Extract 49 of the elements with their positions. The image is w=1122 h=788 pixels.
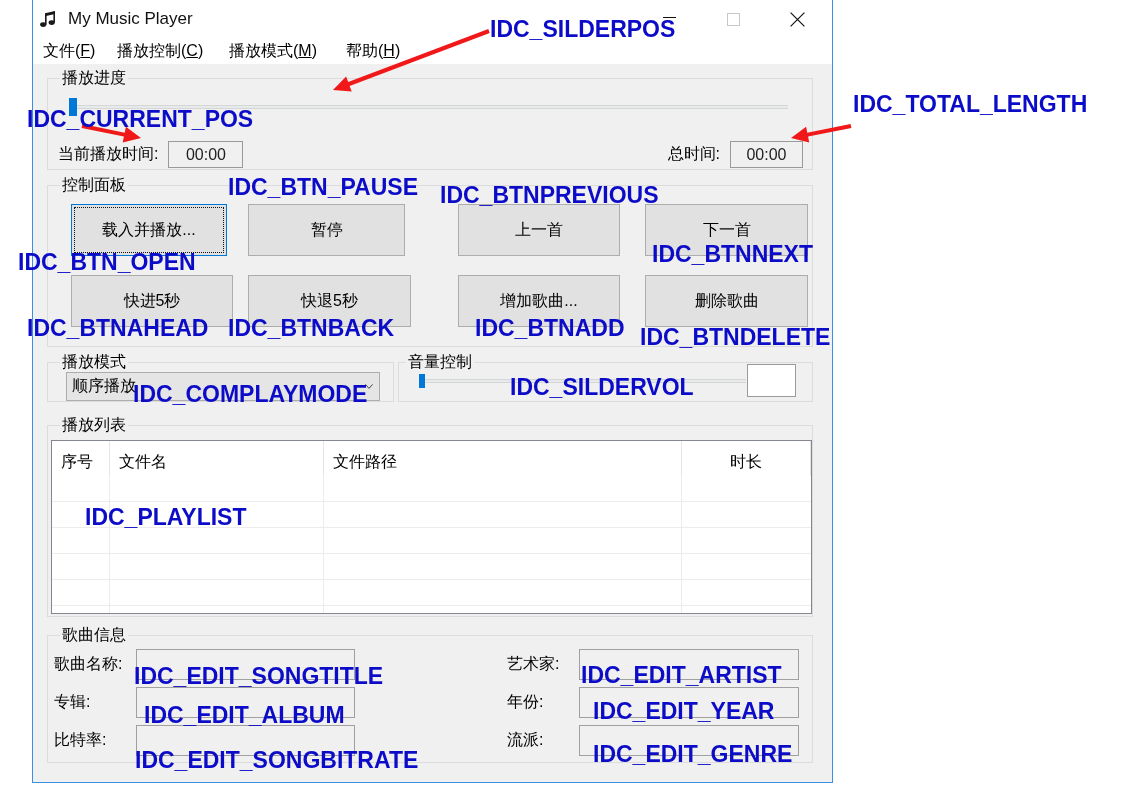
menu-item[interactable]: 播放模式(M) [229, 40, 317, 62]
annotation-label: IDC_TOTAL_LENGTH [853, 94, 1088, 114]
annotation-label: IDC_SILDERVOL [510, 377, 694, 397]
group-title: 播放模式 [60, 352, 128, 372]
field-label: 比特率: [54, 730, 108, 750]
annotation-label: IDC_EDIT_SONGBITRATE [135, 750, 419, 770]
column-header[interactable]: 时长 [682, 441, 811, 476]
menu-item[interactable]: 文件(F) [43, 40, 96, 62]
annotation-label: IDC_EDIT_ARTIST [581, 665, 782, 685]
time-field[interactable]: 00:00 [730, 141, 803, 168]
column-header[interactable]: 文件路径 [324, 441, 682, 476]
command-button[interactable]: 上一首 [458, 204, 620, 256]
annotation-label: IDC_EDIT_ALBUM [144, 705, 345, 725]
close-icon[interactable] [789, 11, 805, 27]
annotation-arrow [791, 124, 852, 143]
field-label: 年份: [507, 692, 545, 712]
group-title: 控制面板 [60, 175, 128, 195]
column-header[interactable]: 序号 [52, 441, 110, 476]
time-field[interactable]: 00:00 [168, 141, 244, 168]
field-label: 专辑: [54, 692, 92, 712]
annotation-label: IDC_SILDERPOS [490, 19, 676, 39]
time-label: 总时间: [667, 144, 720, 164]
group-title: 播放列表 [60, 415, 128, 435]
window-title: My Music Player [68, 9, 193, 29]
column-header[interactable]: 文件名 [110, 441, 324, 476]
field-label: 歌曲名称: [54, 654, 124, 674]
annotation-label: IDC_EDIT_SONGTITLE [134, 666, 384, 686]
chevron-down-icon [365, 384, 373, 389]
group-title: 播放进度 [60, 68, 128, 88]
menu-item[interactable]: 播放控制(C) [117, 40, 204, 62]
field-label: 艺术家: [507, 654, 561, 674]
annotation-label: IDC_EDIT_YEAR [593, 701, 775, 721]
group-title: 歌曲信息 [60, 625, 128, 645]
time-label: 当前播放时间: [58, 144, 159, 164]
annotation-label: IDC_COMPLAYMODE [133, 384, 368, 404]
annotation-label: IDC_EDIT_GENRE [593, 744, 793, 764]
command-button[interactable]: 删除歌曲 [645, 275, 808, 327]
group-title: 音量控制 [406, 352, 474, 372]
annotation-label: IDC_BTNPREVIOUS [440, 185, 659, 205]
minimize-icon[interactable] [662, 16, 676, 18]
annotation-label: IDC_PLAYLIST [85, 507, 247, 527]
volume-field[interactable] [747, 364, 796, 397]
command-button[interactable]: 暂停 [248, 204, 405, 256]
slider-thumb[interactable] [419, 373, 425, 388]
music-notes-icon [40, 11, 56, 27]
annotation-label: IDC_BTNDELETE [640, 327, 831, 347]
field-label: 流派: [507, 730, 545, 750]
menu-item[interactable]: 帮助(H) [346, 40, 401, 62]
annotation-label: IDC_BTN_PAUSE [228, 177, 418, 197]
